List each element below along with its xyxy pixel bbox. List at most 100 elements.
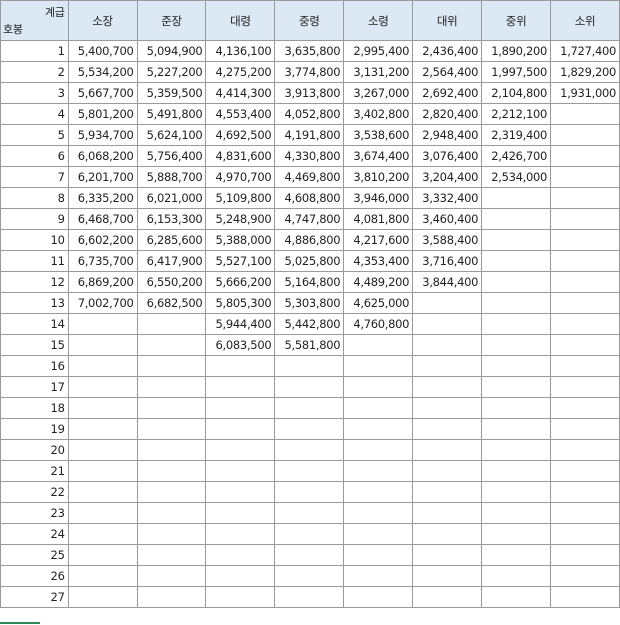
pay-cell[interactable] [343,481,414,503]
pay-cell[interactable] [343,376,414,398]
pay-cell[interactable] [343,334,414,356]
pay-cell[interactable]: 6,682,500 [136,292,207,314]
pay-cell[interactable] [481,313,552,335]
step-number-cell[interactable]: 2 [0,61,69,83]
pay-cell[interactable]: 3,076,400 [412,145,483,167]
pay-cell[interactable] [550,208,620,230]
pay-cell[interactable]: 5,944,400 [205,313,276,335]
pay-cell[interactable] [343,523,414,545]
pay-cell[interactable] [136,586,207,608]
pay-cell[interactable] [550,271,620,293]
pay-cell[interactable]: 3,844,400 [412,271,483,293]
pay-cell[interactable] [136,418,207,440]
pay-cell[interactable]: 7,002,700 [67,292,138,314]
step-number-cell[interactable]: 7 [0,166,69,188]
pay-cell[interactable] [550,439,620,461]
column-header[interactable]: 중령 [274,0,345,41]
pay-cell[interactable] [205,565,276,587]
pay-cell[interactable] [481,271,552,293]
column-header[interactable]: 중위 [481,0,552,41]
pay-cell[interactable] [343,397,414,419]
pay-cell[interactable] [550,376,620,398]
pay-cell[interactable] [481,250,552,272]
pay-cell[interactable] [274,586,345,608]
step-number-cell[interactable]: 5 [0,124,69,146]
pay-cell[interactable] [412,418,483,440]
pay-cell[interactable]: 4,553,400 [205,103,276,125]
column-header[interactable]: 소위 [550,0,620,41]
pay-cell[interactable] [412,292,483,314]
pay-cell[interactable] [412,439,483,461]
pay-cell[interactable] [67,334,138,356]
pay-cell[interactable]: 2,426,700 [481,145,552,167]
pay-cell[interactable] [205,439,276,461]
column-header[interactable]: 소령 [343,0,414,41]
pay-cell[interactable] [274,523,345,545]
pay-cell[interactable] [412,355,483,377]
pay-cell[interactable] [412,565,483,587]
pay-cell[interactable] [205,397,276,419]
step-number-cell[interactable]: 19 [0,418,69,440]
pay-cell[interactable]: 5,667,700 [67,82,138,104]
pay-cell[interactable] [550,460,620,482]
step-number-cell[interactable]: 10 [0,229,69,251]
pay-cell[interactable] [343,544,414,566]
pay-cell[interactable] [550,187,620,209]
pay-cell[interactable] [274,502,345,524]
pay-cell[interactable] [205,523,276,545]
step-number-cell[interactable]: 8 [0,187,69,209]
pay-cell[interactable] [205,460,276,482]
step-number-cell[interactable]: 25 [0,544,69,566]
pay-cell[interactable] [205,418,276,440]
pay-cell[interactable] [67,439,138,461]
pay-cell[interactable] [412,523,483,545]
pay-cell[interactable] [205,376,276,398]
pay-cell[interactable]: 6,335,200 [67,187,138,209]
step-number-cell[interactable]: 26 [0,565,69,587]
pay-cell[interactable] [205,481,276,503]
pay-cell[interactable]: 3,810,200 [343,166,414,188]
pay-cell[interactable]: 4,275,200 [205,61,276,83]
pay-cell[interactable]: 4,886,800 [274,229,345,251]
pay-cell[interactable] [550,586,620,608]
step-number-cell[interactable]: 6 [0,145,69,167]
pay-cell[interactable] [343,460,414,482]
pay-cell[interactable] [550,481,620,503]
pay-cell[interactable] [136,334,207,356]
pay-cell[interactable]: 5,801,200 [67,103,138,125]
pay-cell[interactable]: 3,635,800 [274,40,345,62]
pay-cell[interactable] [67,376,138,398]
step-number-cell[interactable]: 15 [0,334,69,356]
pay-cell[interactable] [136,502,207,524]
pay-cell[interactable] [67,481,138,503]
pay-cell[interactable]: 6,417,900 [136,250,207,272]
pay-cell[interactable] [412,460,483,482]
pay-cell[interactable]: 4,692,500 [205,124,276,146]
column-header[interactable]: 준장 [136,0,207,41]
pay-cell[interactable] [412,586,483,608]
pay-cell[interactable] [343,439,414,461]
pay-cell[interactable]: 2,995,400 [343,40,414,62]
pay-cell[interactable] [274,376,345,398]
pay-cell[interactable] [550,145,620,167]
step-number-cell[interactable]: 21 [0,460,69,482]
pay-cell[interactable] [205,544,276,566]
pay-cell[interactable] [67,544,138,566]
step-number-cell[interactable]: 17 [0,376,69,398]
pay-cell[interactable] [412,334,483,356]
step-number-cell[interactable]: 13 [0,292,69,314]
pay-cell[interactable] [205,586,276,608]
pay-cell[interactable] [481,565,552,587]
pay-cell[interactable]: 4,191,800 [274,124,345,146]
pay-cell[interactable] [67,313,138,335]
pay-cell[interactable]: 6,550,200 [136,271,207,293]
pay-cell[interactable] [412,397,483,419]
column-header[interactable]: 대령 [205,0,276,41]
step-number-cell[interactable]: 22 [0,481,69,503]
pay-cell[interactable]: 5,400,700 [67,40,138,62]
pay-cell[interactable]: 6,285,600 [136,229,207,251]
step-number-cell[interactable]: 23 [0,502,69,524]
pay-cell[interactable]: 5,094,900 [136,40,207,62]
pay-cell[interactable] [343,355,414,377]
pay-cell[interactable]: 2,319,400 [481,124,552,146]
